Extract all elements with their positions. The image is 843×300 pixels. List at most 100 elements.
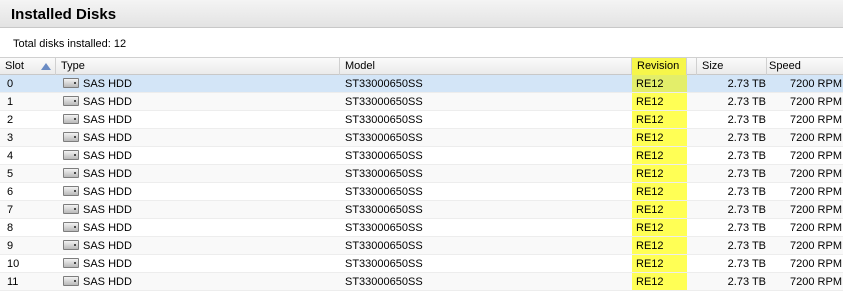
column-header-spacer [687,58,697,75]
cell-slot: 5 [7,168,14,180]
table-row[interactable]: 10 SAS HDD ST33000650SS RE12 2.73 TB 7200 RPM [0,255,843,273]
table-row[interactable]: 3 SAS HDD ST33000650SS RE12 2.73 TB 7200 RPM [0,129,843,147]
cell-size: 2.73 TB [727,114,766,126]
cell-type: SAS HDD [56,183,340,200]
cell-size: 2.73 TB [727,240,766,252]
cell-slot: 1 [7,96,14,108]
column-header-speed[interactable]: Speed [764,58,843,75]
cell-type-label: SAS HDD [83,240,132,252]
cell-model: ST33000650SS [345,204,423,216]
cell-type-label: SAS HDD [83,222,132,234]
cell-slot: 0 [7,78,14,90]
cell-type: SAS HDD [56,75,340,92]
cell-speed: 7200 RPM [790,168,842,180]
table-row[interactable]: 11 SAS HDD ST33000650SS RE12 2.73 TB 7200 RPM [0,273,843,291]
cell-revision: RE12 [632,183,687,200]
cell-type: SAS HDD [56,219,340,236]
cell-slot: 6 [7,186,14,198]
cell-type: SAS HDD [56,165,340,182]
cell-slot: 10 [7,258,20,270]
cell-size: 2.73 TB [727,78,766,90]
cell-slot: 2 [7,114,14,126]
table-row[interactable]: 8 SAS HDD ST33000650SS RE12 2.73 TB 7200 RPM [0,219,843,237]
cell-size: 2.73 TB [727,204,766,216]
cell-spacer [687,165,697,182]
cell-type: SAS HDD [56,255,340,272]
cell-revision: RE12 [632,111,687,128]
cell-speed: 7200 RPM [790,258,842,270]
cell-revision: RE12 [632,219,687,236]
cell-spacer [687,111,697,128]
cell-model: ST33000650SS [345,258,423,270]
cell-model: ST33000650SS [345,168,423,180]
table-row[interactable]: 5 SAS HDD ST33000650SS RE12 2.73 TB 7200 RPM [0,165,843,183]
column-header-size[interactable]: Size [697,58,767,75]
hard-disk-icon [63,114,79,125]
cell-speed: 7200 RPM [790,204,842,216]
disks-table: Slot Type Model Revision Size Speed 0 SAS… [0,57,843,291]
cell-revision: RE12 [632,93,687,110]
cell-spacer [687,183,697,200]
cell-revision: RE12 [632,75,687,92]
cell-speed: 7200 RPM [790,78,842,90]
disk-count-summary: Total disks installed: 12 [13,38,126,50]
cell-model: ST33000650SS [345,150,423,162]
table-row[interactable]: 2 SAS HDD ST33000650SS RE12 2.73 TB 7200 RPM [0,111,843,129]
column-header-revision[interactable]: Revision [632,58,687,75]
hard-disk-icon [63,168,79,179]
cell-spacer [687,147,697,164]
cell-size: 2.73 TB [727,96,766,108]
cell-spacer [687,93,697,110]
cell-type-label: SAS HDD [83,150,132,162]
table-row[interactable]: 9 SAS HDD ST33000650SS RE12 2.73 TB 7200 RPM [0,237,843,255]
cell-slot: 4 [7,150,14,162]
sort-ascending-icon[interactable] [41,63,51,70]
hard-disk-icon [63,258,79,269]
table-body: 0 SAS HDD ST33000650SS RE12 2.73 TB 7200 RPM 1… [0,75,843,291]
cell-size: 2.73 TB [727,150,766,162]
cell-type-label: SAS HDD [83,96,132,108]
table-row[interactable]: 0 SAS HDD ST33000650SS RE12 2.73 TB 7200 RPM [0,75,843,93]
column-header-model[interactable]: Model [340,58,632,75]
installed-disks-panel: Installed Disks Total disks installed: 1… [0,0,843,300]
table-row[interactable]: 7 SAS HDD ST33000650SS RE12 2.73 TB 7200 RPM [0,201,843,219]
table-row[interactable]: 4 SAS HDD ST33000650SS RE12 2.73 TB 7200 RPM [0,147,843,165]
cell-size: 2.73 TB [727,186,766,198]
cell-size: 2.73 TB [727,132,766,144]
cell-model: ST33000650SS [345,96,423,108]
cell-model: ST33000650SS [345,78,423,90]
cell-type-label: SAS HDD [83,186,132,198]
hard-disk-icon [63,186,79,197]
cell-type-label: SAS HDD [83,258,132,270]
table-row[interactable]: 6 SAS HDD ST33000650SS RE12 2.73 TB 7200 RPM [0,183,843,201]
column-header-slot[interactable]: Slot [0,58,56,75]
cell-slot: 11 [7,276,19,288]
cell-model: ST33000650SS [345,240,423,252]
cell-spacer [687,273,697,290]
cell-size: 2.73 TB [727,222,766,234]
cell-spacer [687,255,697,272]
hard-disk-icon [63,96,79,107]
cell-type: SAS HDD [56,111,340,128]
hard-disk-icon [63,132,79,143]
cell-model: ST33000650SS [345,186,423,198]
panel-title: Installed Disks [0,0,843,28]
cell-type: SAS HDD [56,201,340,218]
table-header: Slot Type Model Revision Size Speed [0,57,843,75]
cell-size: 2.73 TB [727,168,766,180]
cell-slot: 8 [7,222,14,234]
cell-type: SAS HDD [56,237,340,254]
cell-revision: RE12 [632,147,687,164]
cell-size: 2.73 TB [727,258,766,270]
cell-slot: 7 [7,204,14,216]
cell-revision: RE12 [632,129,687,146]
table-row[interactable]: 1 SAS HDD ST33000650SS RE12 2.73 TB 7200 RPM [0,93,843,111]
cell-revision: RE12 [632,165,687,182]
cell-revision: RE12 [632,201,687,218]
cell-type-label: SAS HDD [83,114,132,126]
cell-slot: 9 [7,240,14,252]
hard-disk-icon [63,78,79,89]
cell-revision: RE12 [632,237,687,254]
cell-spacer [687,219,697,236]
column-header-type[interactable]: Type [56,58,340,75]
